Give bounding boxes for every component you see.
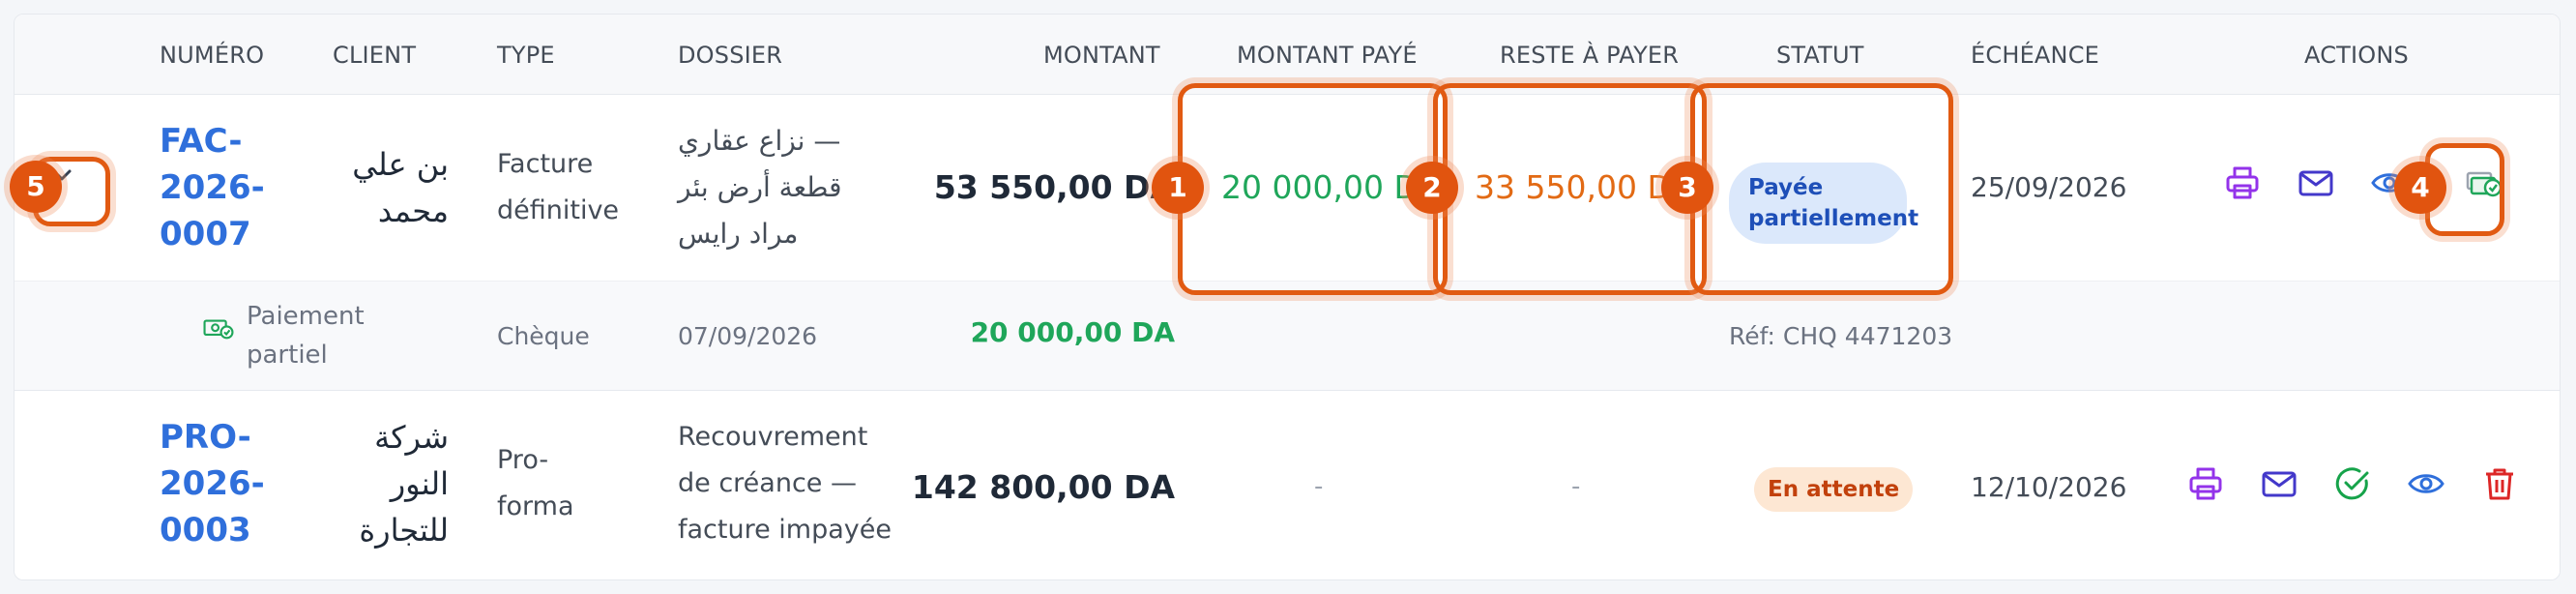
header-statut[interactable]: STATUT <box>1776 42 1864 69</box>
invoice-type: Facture définitive <box>497 149 620 225</box>
marker-5: 5 <box>10 161 62 213</box>
payment-subrow: Paiement partiel Chèque 07/09/2026 20 00… <box>15 282 2560 391</box>
status-badge: En attente <box>1754 467 1914 512</box>
dossier-name: Recouvrement de créance — facture impayé… <box>678 422 892 545</box>
highlight-statut <box>1690 83 1953 295</box>
header-montant[interactable]: MONTANT <box>1043 42 1160 69</box>
payment-amount: 20 000,00 DA <box>970 316 1175 348</box>
view-button[interactable] <box>2407 464 2445 503</box>
dossier-name: نزاع عقاري — قطعة أرض بئر مراد رايس <box>678 125 842 250</box>
marker-2: 2 <box>1406 162 1458 214</box>
header-actions: ACTIONS <box>2304 42 2409 69</box>
invoice-type: Pro- forma <box>497 445 574 521</box>
header-montant-paye[interactable]: MONTANT PAYÉ <box>1237 42 1418 69</box>
check-circle-icon <box>2335 467 2369 500</box>
marker-4: 4 <box>2394 162 2446 214</box>
mail-icon <box>2298 170 2333 196</box>
email-button[interactable] <box>2260 464 2298 503</box>
table-row: PRO- 2026- 0003 شركة النور للتجارة Pro- … <box>15 391 2560 579</box>
echeance-value: 25/09/2026 <box>1971 171 2127 203</box>
email-button[interactable] <box>2297 163 2335 202</box>
echeance-value: 12/10/2026 <box>1971 471 2127 503</box>
montant-paye-value: - <box>1314 472 1324 501</box>
eye-icon <box>2408 474 2444 493</box>
header-numero[interactable]: NUMÉRO <box>160 42 264 69</box>
client-name: بن علي محمد <box>352 146 449 229</box>
payment-reference: Réf: CHQ 4471203 <box>1729 322 1953 350</box>
marker-3: 3 <box>1661 162 1713 214</box>
printer-icon <box>2226 166 2259 199</box>
print-button[interactable] <box>2186 464 2225 503</box>
money-icon <box>202 312 235 345</box>
reste-value: - <box>1571 472 1581 501</box>
printer-icon <box>2189 467 2222 500</box>
delete-button[interactable] <box>2480 464 2519 503</box>
payment-label: Paiement partiel <box>247 302 365 370</box>
invoice-number-link[interactable]: FAC- 2026- 0007 <box>160 118 265 257</box>
mail-icon <box>2262 471 2297 497</box>
header-type[interactable]: TYPE <box>497 42 555 69</box>
header-reste[interactable]: RESTE À PAYER <box>1500 42 1679 69</box>
header-echeance[interactable]: ÉCHÉANCE <box>1971 42 2099 69</box>
montant-value: 53 550,00 DA <box>933 168 1175 206</box>
trash-icon <box>2486 468 2513 500</box>
marker-1: 1 <box>1152 162 1204 214</box>
invoice-number-link[interactable]: PRO- 2026- 0003 <box>160 414 265 553</box>
payment-date: 07/09/2026 <box>678 322 818 350</box>
payment-mode: Chèque <box>497 322 590 350</box>
montant-value: 142 800,00 DA <box>911 468 1175 506</box>
print-button[interactable] <box>2223 163 2262 202</box>
client-name: شركة النور للتجارة <box>359 419 449 549</box>
header-client[interactable]: CLIENT <box>333 42 416 69</box>
header-dossier[interactable]: DOSSIER <box>678 42 782 69</box>
validate-button[interactable] <box>2333 464 2372 503</box>
